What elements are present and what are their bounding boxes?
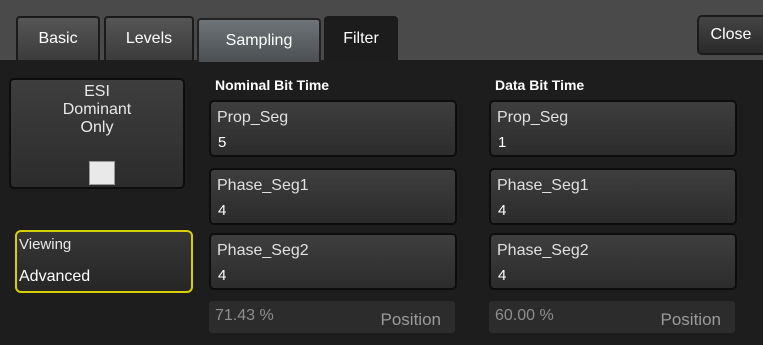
data-prop-seg-field[interactable]: Prop_Seg 1 xyxy=(489,100,737,157)
data-phase-seg2-field[interactable]: Phase_Seg2 4 xyxy=(489,233,737,290)
esi-dominant-only-toggle[interactable]: ESI Dominant Only xyxy=(9,78,185,189)
viewing-value: Advanced xyxy=(19,268,91,285)
esi-label-line3: Only xyxy=(80,119,114,136)
nominal-position-label: Position xyxy=(380,310,441,329)
nominal-phase-seg2-label: Phase_Seg2 xyxy=(217,242,309,259)
viewing-selector[interactable]: Viewing Advanced xyxy=(15,230,193,293)
data-phase-seg2-value: 4 xyxy=(498,267,507,284)
data-bit-time-header: Data Bit Time xyxy=(495,77,585,93)
nominal-phase-seg2-field[interactable]: Phase_Seg2 4 xyxy=(209,233,457,290)
close-button[interactable]: Close xyxy=(697,15,763,55)
data-sample-point: 60.00 % Position xyxy=(489,301,735,333)
nominal-sample-percent: 71.43 % xyxy=(215,307,274,324)
nominal-bit-time-header: Nominal Bit Time xyxy=(215,77,330,93)
nominal-prop-seg-label: Prop_Seg xyxy=(217,109,289,126)
tab-bar: Basic Levels Sampling Filter Close xyxy=(0,0,763,62)
viewing-label: Viewing xyxy=(19,236,72,253)
sampling-dialog: Basic Levels Sampling Filter Close ESI D… xyxy=(0,0,763,345)
nominal-phase-seg1-field[interactable]: Phase_Seg1 4 xyxy=(209,168,457,225)
nominal-phase-seg2-value: 4 xyxy=(218,267,227,284)
tab-sampling[interactable]: Sampling xyxy=(197,18,321,62)
nominal-phase-seg1-value: 4 xyxy=(218,202,227,219)
data-phase-seg1-label: Phase_Seg1 xyxy=(497,177,589,194)
data-sample-percent: 60.00 % xyxy=(495,307,554,324)
data-position-label: Position xyxy=(660,310,721,329)
data-phase-seg1-value: 4 xyxy=(498,202,507,219)
data-phase-seg1-field[interactable]: Phase_Seg1 4 xyxy=(489,168,737,225)
nominal-prop-seg-value: 5 xyxy=(218,134,227,151)
nominal-prop-seg-field[interactable]: Prop_Seg 5 xyxy=(209,100,457,157)
data-phase-seg2-label: Phase_Seg2 xyxy=(497,242,589,259)
esi-dominant-only-checkbox[interactable] xyxy=(89,161,115,185)
tab-filter[interactable]: Filter xyxy=(324,16,398,60)
data-prop-seg-value: 1 xyxy=(498,134,507,151)
sampling-content: ESI Dominant Only Viewing Advanced Nomin… xyxy=(0,60,763,345)
tab-basic[interactable]: Basic xyxy=(16,16,100,60)
nominal-sample-point: 71.43 % Position xyxy=(209,301,455,333)
tab-levels[interactable]: Levels xyxy=(104,16,194,60)
esi-label-line1: ESI xyxy=(84,83,110,100)
nominal-phase-seg1-label: Phase_Seg1 xyxy=(217,177,309,194)
esi-label-line2: Dominant xyxy=(62,101,132,118)
data-prop-seg-label: Prop_Seg xyxy=(497,109,569,126)
